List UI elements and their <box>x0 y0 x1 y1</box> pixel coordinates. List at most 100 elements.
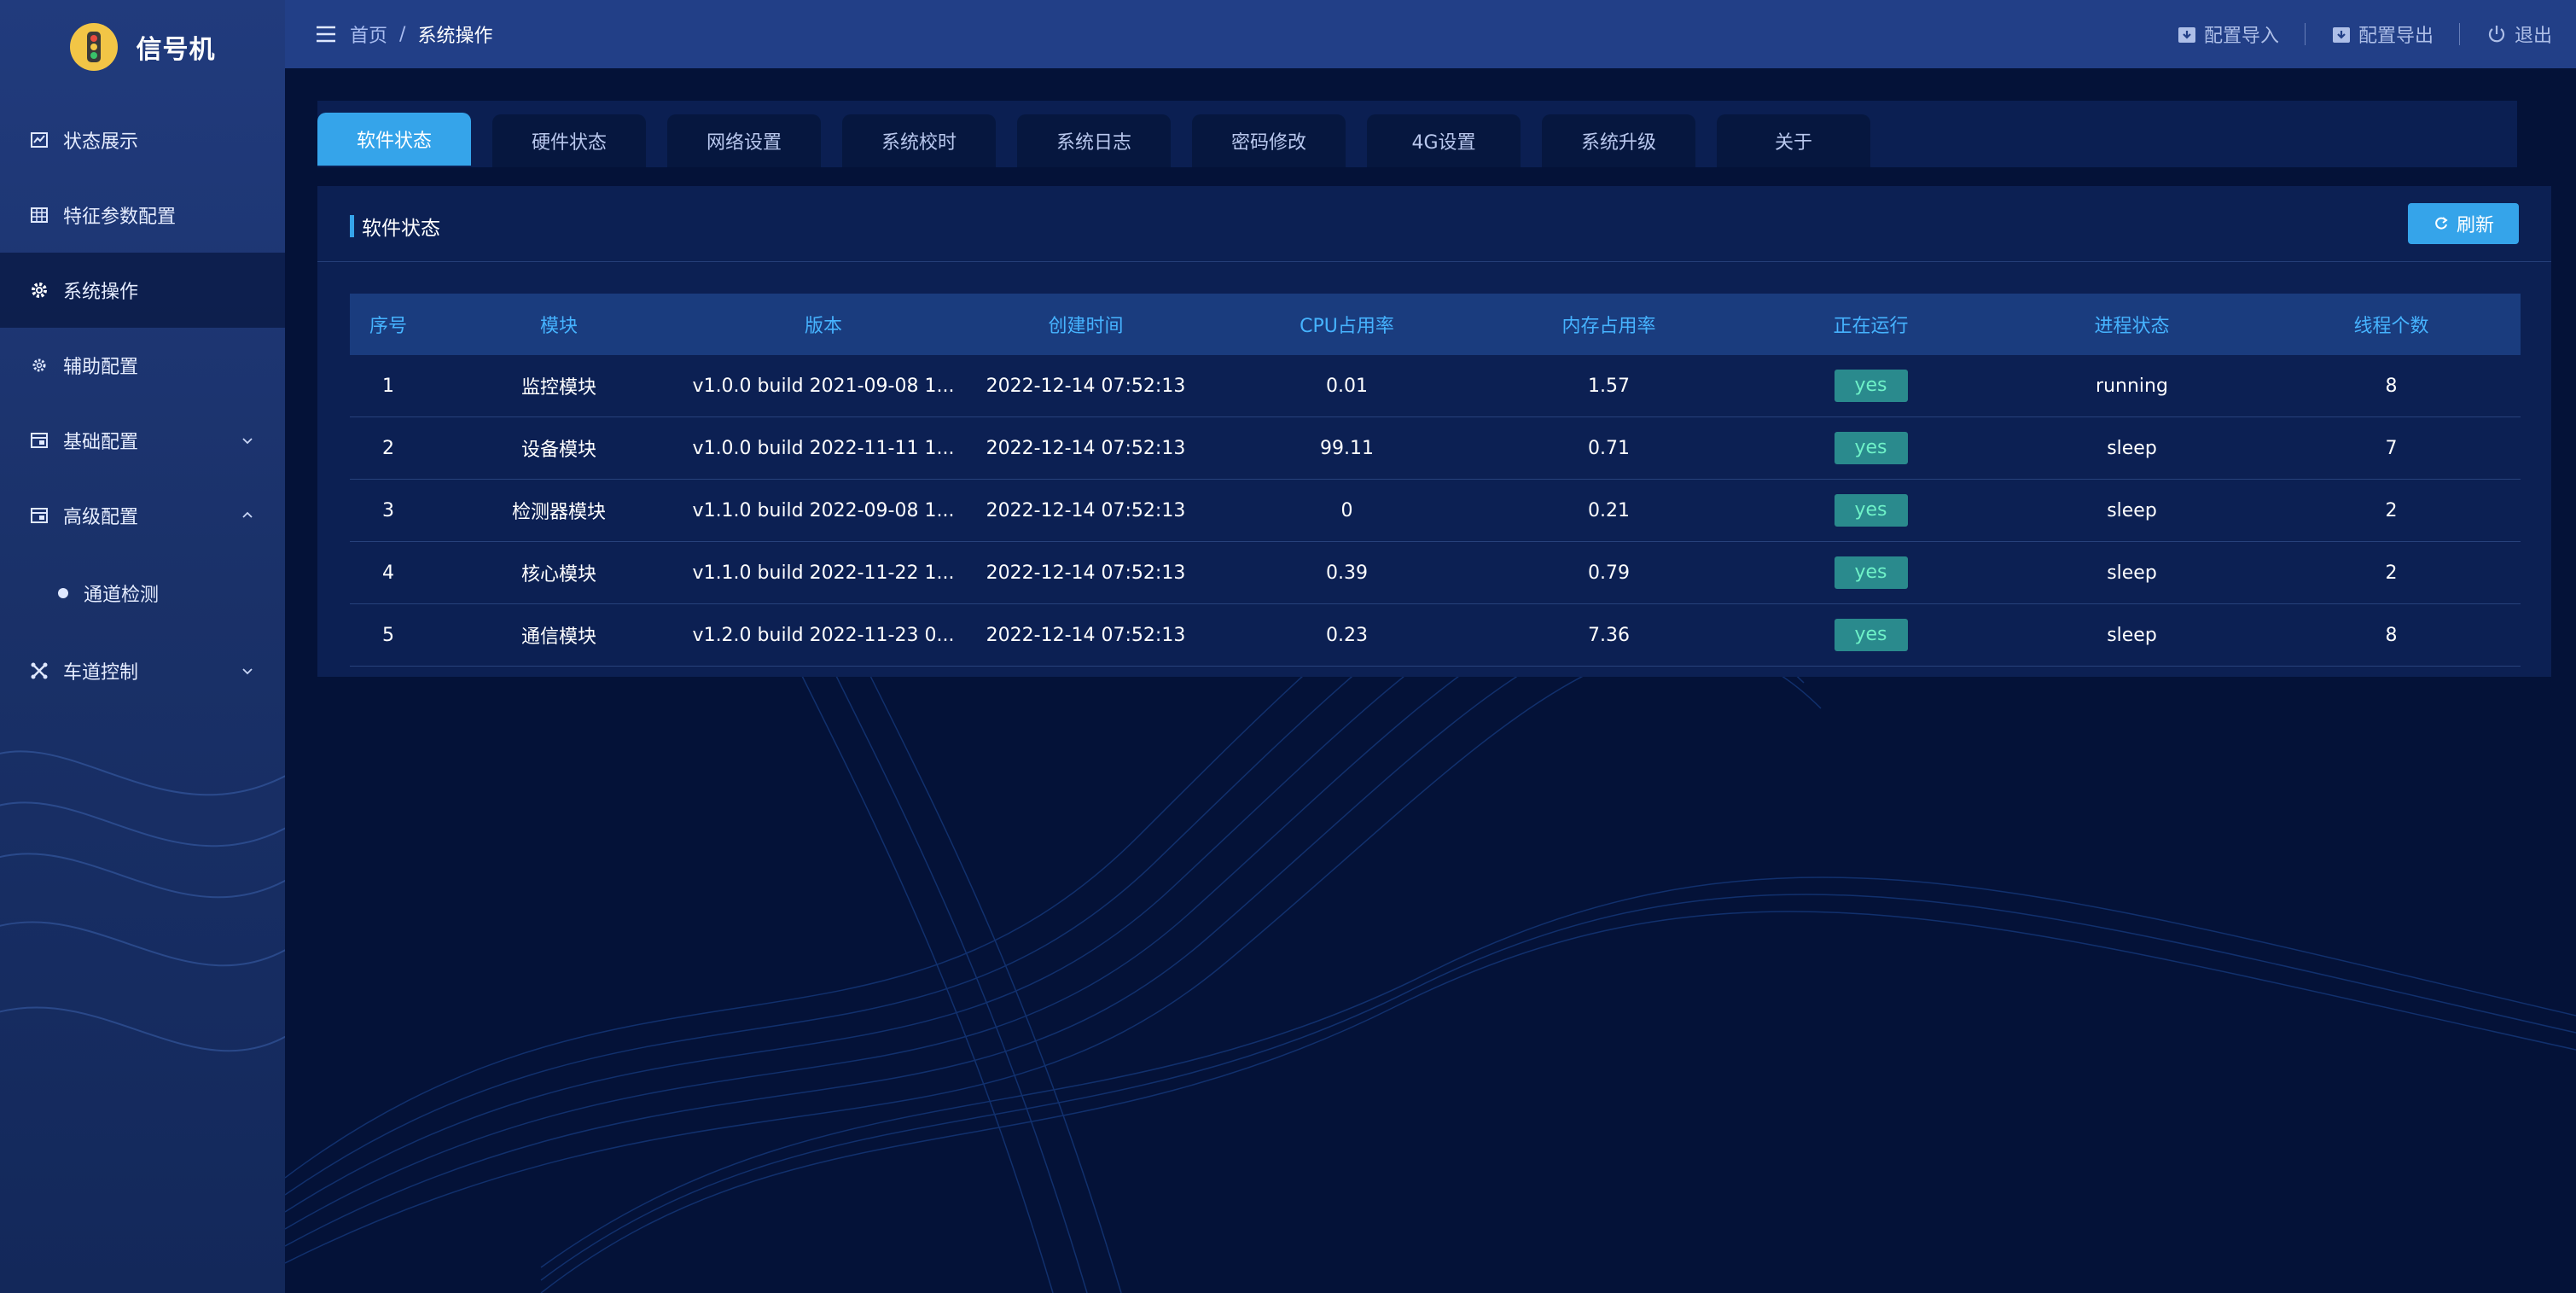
sidebar-item-lane-control[interactable]: 车道控制 <box>0 633 285 708</box>
main-content: 软件状态 硬件状态 网络设置 系统校时 系统日志 密码修改 4G设置 系统升级 … <box>285 68 2576 1293</box>
column-header[interactable]: CPU占用率 <box>1216 311 1478 338</box>
power-icon <box>2488 26 2505 43</box>
tab-network-settings[interactable]: 网络设置 <box>667 114 821 167</box>
table-row[interactable]: 1 监控模块 v1.0.0 build 2021-09-08 1... 2022… <box>350 355 2521 417</box>
cell-thread-count: 2 <box>2385 499 2398 521</box>
sidebar-item-system-operation[interactable]: 系统操作 <box>0 253 285 328</box>
config-import-button[interactable]: 配置导入 <box>2177 20 2279 48</box>
config-import-label: 配置导入 <box>2203 26 2279 47</box>
cell-memory-usage: 0.21 <box>1588 499 1630 521</box>
brand[interactable]: 信号机 <box>0 0 285 94</box>
cell-cpu-usage: 99.11 <box>1320 437 1374 459</box>
tab-system-log[interactable]: 系统日志 <box>1017 114 1171 167</box>
running-badge: yes <box>1834 370 1908 402</box>
cell-module: 通信模块 <box>520 626 596 648</box>
sidebar-item-feature-params[interactable]: 特征参数配置 <box>0 178 285 253</box>
software-status-table: 序号 模块 版本 创建时间 CPU占用率 内存占用率 正在运行 进程状态 线程个… <box>350 294 2521 667</box>
cell-cpu-usage: 0.39 <box>1326 562 1368 584</box>
title-marker <box>350 215 354 237</box>
table-header: 序号 模块 版本 创建时间 CPU占用率 内存占用率 正在运行 进程状态 线程个… <box>350 294 2521 355</box>
cell-running: yes <box>1740 432 2002 464</box>
cell-cpu-usage: 0 <box>1340 499 1353 521</box>
cell-running: yes <box>1740 556 2002 589</box>
cross-icon <box>29 661 49 681</box>
cell-version: v1.1.0 build 2022-11-22 1... <box>692 562 955 584</box>
column-header[interactable]: 模块 <box>427 311 691 338</box>
cell-thread-count: 8 <box>2385 624 2398 646</box>
column-header[interactable]: 序号 <box>350 311 427 338</box>
refresh-button[interactable]: 刷新 <box>2408 203 2519 244</box>
column-header[interactable]: 线程个数 <box>2262 311 2521 338</box>
top-header: 首页 / 系统操作 配置导入 配置导出 退出 <box>285 0 2576 68</box>
chevron-up-icon <box>242 511 253 518</box>
cell-index: 3 <box>382 499 394 521</box>
tab-hardware-status[interactable]: 硬件状态 <box>492 114 646 167</box>
cell-memory-usage: 0.79 <box>1588 562 1630 584</box>
chevron-down-icon <box>242 668 253 675</box>
refresh-label: 刷新 <box>2456 215 2494 236</box>
tab-password-change[interactable]: 密码修改 <box>1192 114 1346 167</box>
cell-cpu-usage: 0.23 <box>1326 624 1368 646</box>
header-divider <box>2458 23 2460 45</box>
cell-running: yes <box>1740 494 2002 527</box>
tab-4g-settings[interactable]: 4G设置 <box>1367 114 1521 167</box>
running-badge: yes <box>1834 556 1908 589</box>
cell-memory-usage: 0.71 <box>1588 437 1630 459</box>
table-row[interactable]: 5 通信模块 v1.2.0 build 2022-11-23 0... 2022… <box>350 604 2521 667</box>
software-status-card: 软件状态 刷新 序号 模块 版本 创建时间 CPU占用率 内存占用率 正在运行 … <box>317 186 2551 677</box>
export-icon <box>2332 27 2350 43</box>
cell-running: yes <box>1740 619 2002 651</box>
column-header[interactable]: 内存占用率 <box>1478 311 1740 338</box>
sidebar-item-aux-config[interactable]: 辅助配置 <box>0 328 285 403</box>
app-title: 信号机 <box>136 35 216 65</box>
config-export-label: 配置导出 <box>2358 26 2434 47</box>
cell-index: 1 <box>382 375 394 397</box>
import-icon <box>2178 27 2195 43</box>
header-divider <box>2304 23 2306 45</box>
logout-button[interactable]: 退出 <box>2486 20 2552 48</box>
cell-process-state: sleep <box>2107 624 2157 646</box>
sidebar-item-label: 车道控制 <box>63 662 139 684</box>
breadcrumb-home-link[interactable]: 首页 <box>350 20 387 48</box>
table-row[interactable]: 4 核心模块 v1.1.0 build 2022-11-22 1... 2022… <box>350 542 2521 604</box>
cell-process-state: sleep <box>2107 562 2157 584</box>
sidebar-item-status-display[interactable]: 状态展示 <box>0 102 285 178</box>
table-row[interactable]: 2 设备模块 v1.0.0 build 2022-11-11 1... 2022… <box>350 417 2521 480</box>
column-header[interactable]: 正在运行 <box>1740 311 2002 338</box>
sidebar-item-advanced-config[interactable]: 高级配置 <box>0 478 285 553</box>
hamburger-menu-icon[interactable] <box>314 22 338 46</box>
cell-created-time: 2022-12-14 07:52:13 <box>986 375 1186 397</box>
table-row[interactable]: 3 检测器模块 v1.1.0 build 2022-09-08 1... 202… <box>350 480 2521 542</box>
sidebar-item-label: 系统操作 <box>63 282 139 303</box>
column-header[interactable]: 创建时间 <box>956 311 1216 338</box>
sidebar-item-channel-detection[interactable]: 通道检测 <box>0 553 285 633</box>
window-icon <box>29 430 49 451</box>
cell-running: yes <box>1740 370 2002 402</box>
cell-created-time: 2022-12-14 07:52:13 <box>986 499 1186 521</box>
config-export-button[interactable]: 配置导出 <box>2331 20 2434 48</box>
sidebar-item-label: 高级配置 <box>63 507 139 528</box>
running-badge: yes <box>1834 619 1908 651</box>
tab-software-status[interactable]: 软件状态 <box>317 113 471 166</box>
card-title: 软件状态 <box>362 218 440 240</box>
sidebar: 信号机 状态展示 特征参数配置 系统操作 辅助配置 基础配置 高级配置 通道检测… <box>0 0 285 1293</box>
tab-bar: 软件状态 硬件状态 网络设置 系统校时 系统日志 密码修改 4G设置 系统升级 … <box>317 101 2517 167</box>
sidebar-item-label: 状态展示 <box>63 131 139 153</box>
tab-system-time-sync[interactable]: 系统校时 <box>842 114 996 167</box>
column-header[interactable]: 版本 <box>691 311 956 338</box>
running-badge: yes <box>1834 432 1908 464</box>
sidebar-item-label: 特征参数配置 <box>63 207 177 228</box>
tab-system-upgrade[interactable]: 系统升级 <box>1542 114 1695 167</box>
chevron-down-icon <box>242 438 253 445</box>
sidebar-item-basic-config[interactable]: 基础配置 <box>0 403 285 478</box>
cell-process-state: sleep <box>2107 437 2157 459</box>
cell-index: 4 <box>382 562 394 584</box>
cell-module: 设备模块 <box>520 440 596 461</box>
sidebar-item-label: 基础配置 <box>63 432 139 453</box>
header-actions: 配置导入 配置导出 退出 <box>2177 0 2552 68</box>
chart-icon <box>29 130 49 150</box>
column-header[interactable]: 进程状态 <box>2002 311 2262 338</box>
cell-cpu-usage: 0.01 <box>1326 375 1368 397</box>
tab-about[interactable]: 关于 <box>1717 114 1870 167</box>
grid-icon <box>29 205 49 225</box>
